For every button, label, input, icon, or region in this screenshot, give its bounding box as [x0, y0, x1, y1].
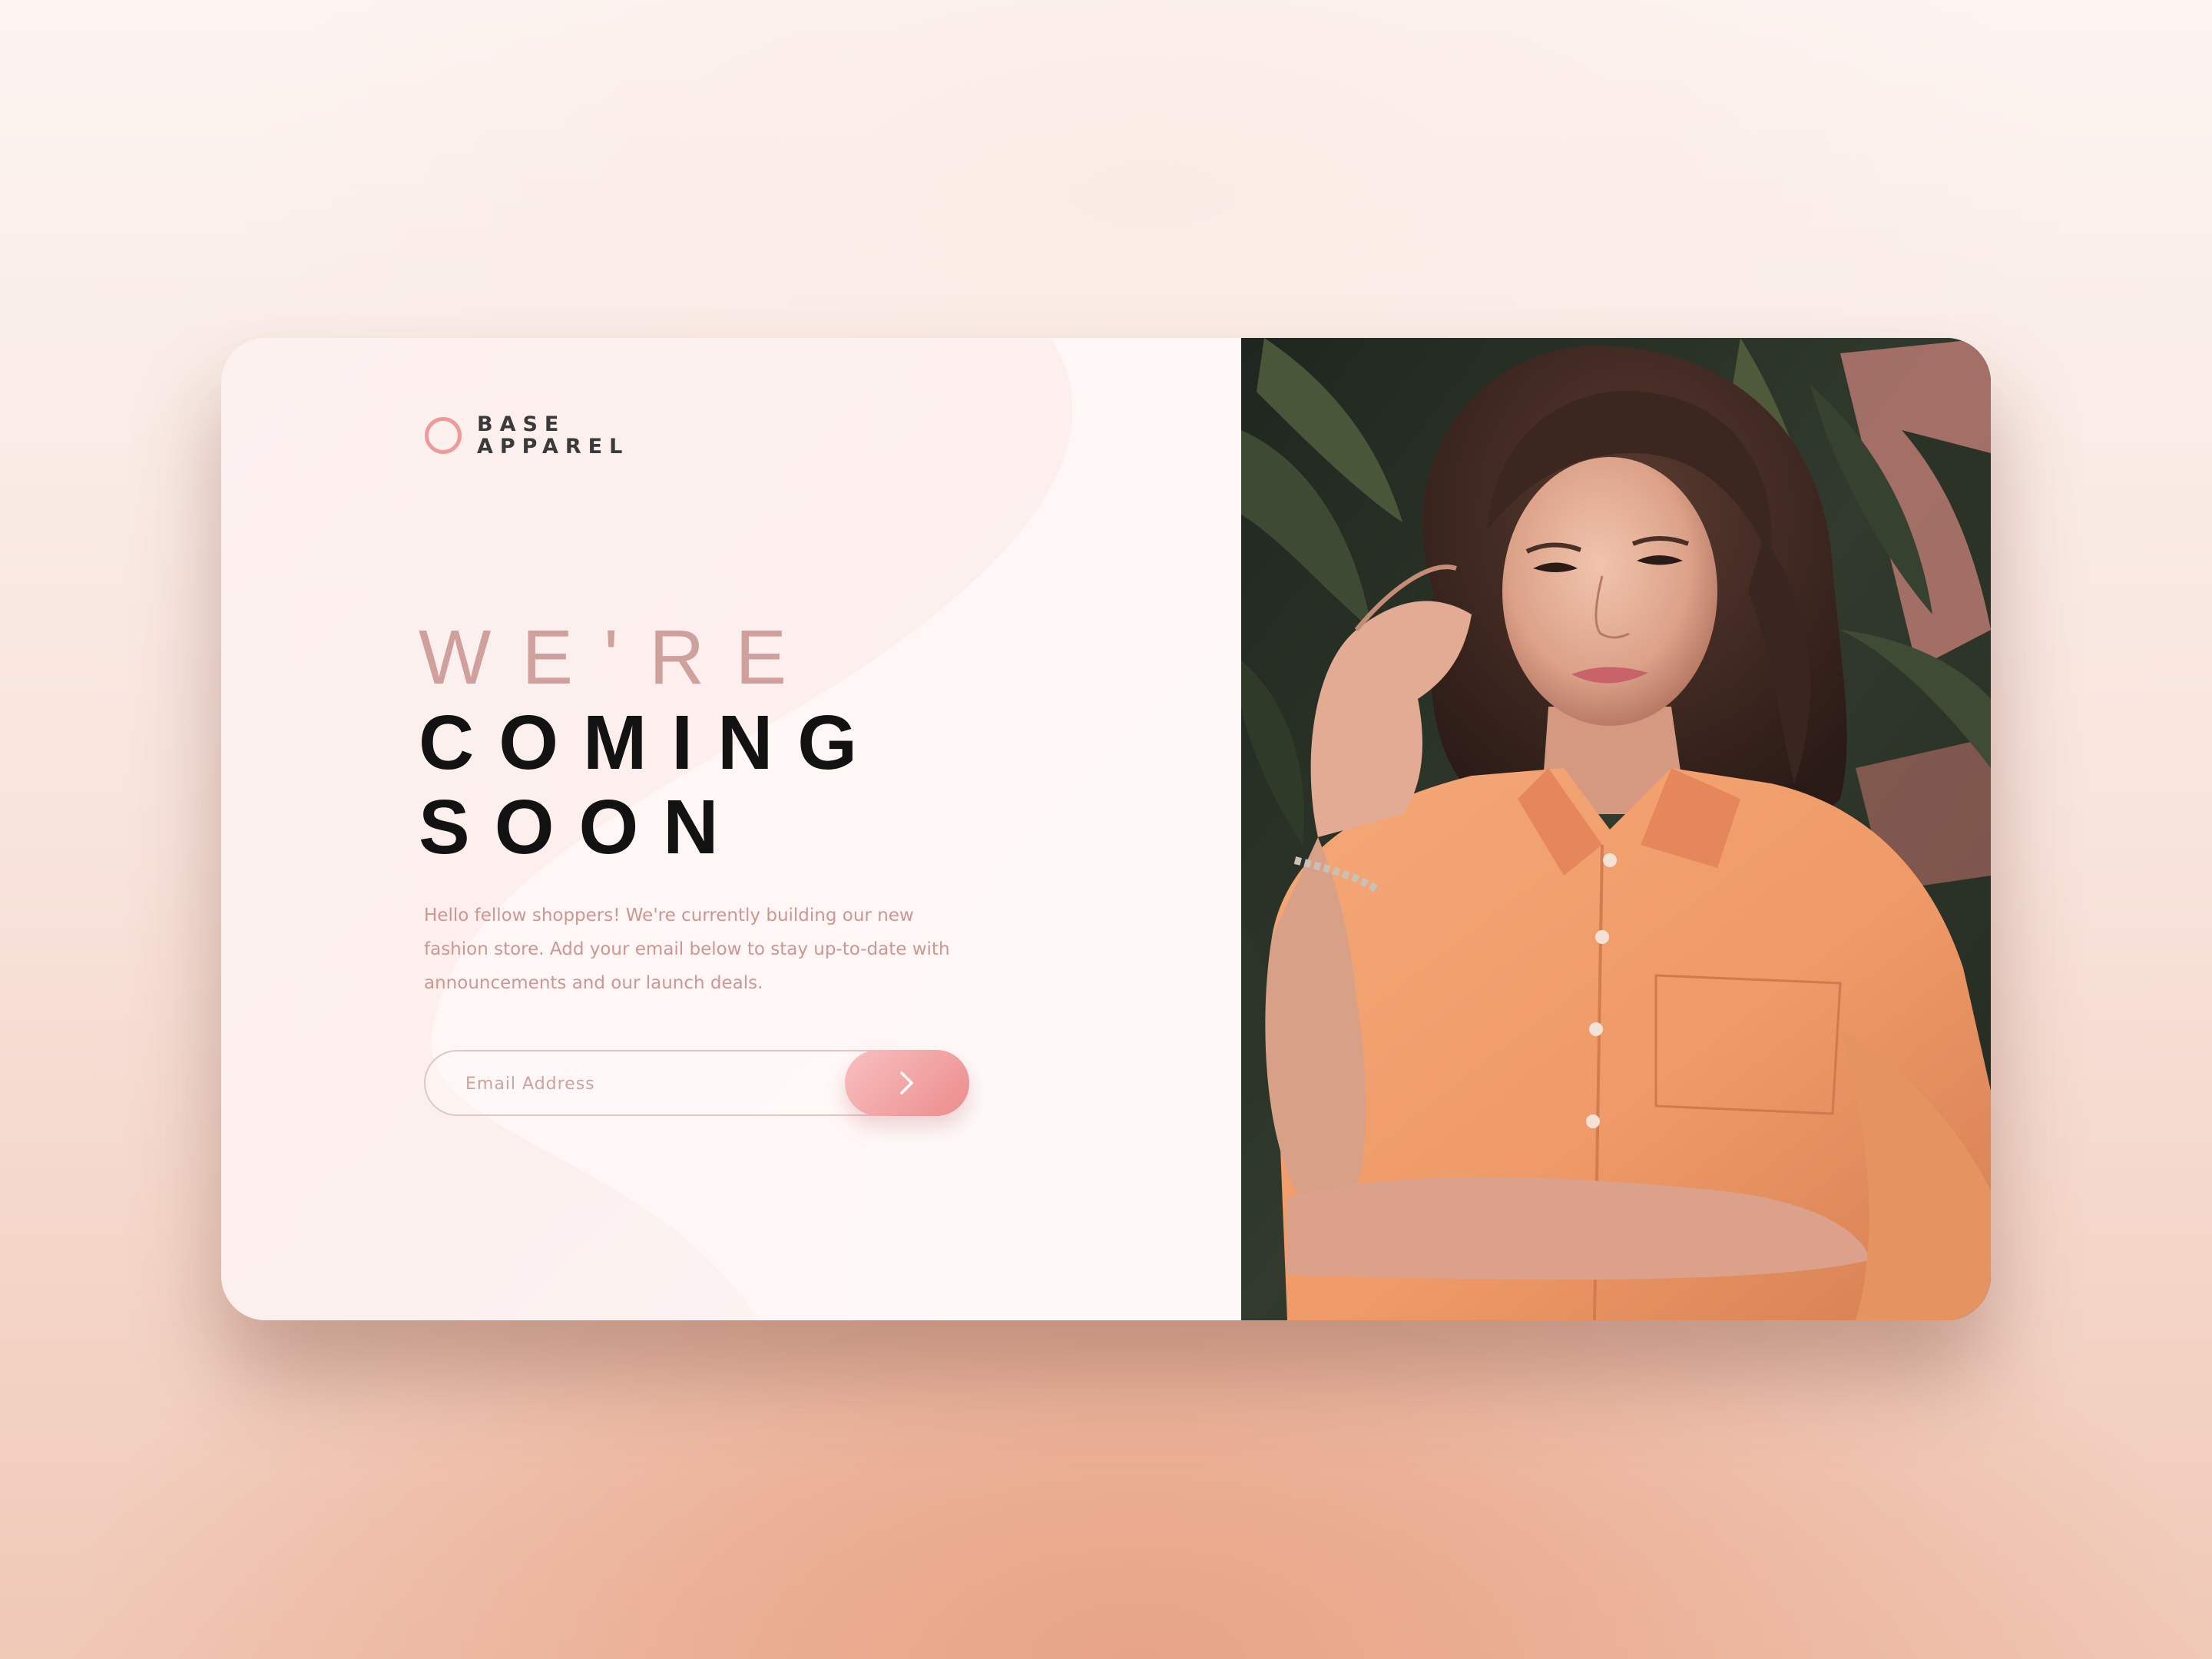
page-headline: WE'RE COMING SOON	[419, 614, 882, 869]
email-input[interactable]	[464, 1051, 836, 1116]
headline-coming: COMING	[419, 700, 882, 786]
circle-logo-icon	[425, 417, 462, 454]
chevron-right-icon	[900, 1071, 913, 1094]
hero-photo	[1241, 338, 1991, 1320]
headline-were: WE'RE	[419, 614, 818, 700]
brand-wordmark: BASE APPAREL	[477, 413, 629, 458]
content-panel: BASE APPAREL WE'RE COMING SOON Hello fel…	[221, 338, 1241, 1320]
submit-email-button[interactable]	[845, 1050, 969, 1116]
brand-name-line-1: BASE	[477, 412, 566, 436]
coming-soon-card: BASE APPAREL WE'RE COMING SOON Hello fel…	[221, 338, 1991, 1320]
brand-logo[interactable]: BASE APPAREL	[425, 413, 629, 458]
headline-soon: SOON	[419, 784, 743, 870]
intro-text: Hello fellow shoppers! We're currently b…	[424, 906, 950, 993]
email-signup-form	[424, 1050, 969, 1116]
brand-name-line-2: APPAREL	[477, 435, 630, 459]
woman-portrait-image	[1241, 338, 1991, 1320]
